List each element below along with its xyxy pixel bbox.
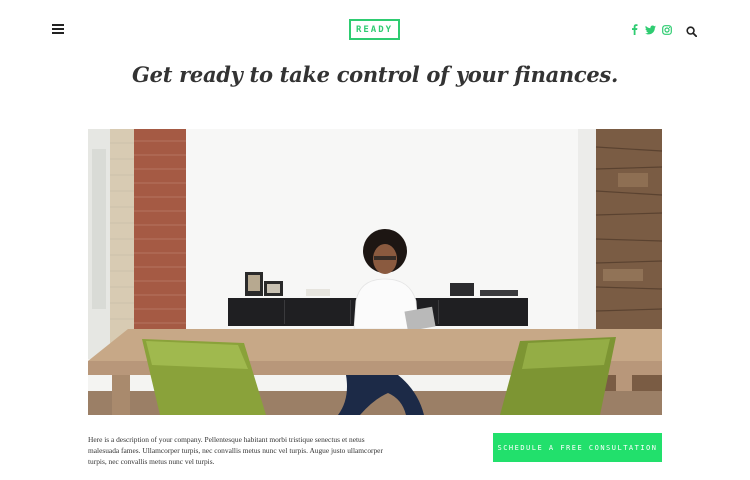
office-scene-illustration xyxy=(88,129,662,415)
search-icon[interactable] xyxy=(686,24,698,38)
schedule-consultation-button[interactable]: SCHEDULE A FREE CONSULTATION xyxy=(493,433,662,462)
logo-text: READY xyxy=(355,24,394,35)
instagram-icon[interactable] xyxy=(661,24,672,35)
site-header: READY xyxy=(0,0,750,62)
facebook-icon[interactable] xyxy=(629,24,640,35)
twitter-icon[interactable] xyxy=(645,24,656,35)
cta-label: SCHEDULE A FREE CONSULTATION xyxy=(497,443,658,452)
hero-tagline: Get ready to take control of your financ… xyxy=(132,62,618,87)
site-logo[interactable]: READY xyxy=(349,19,400,40)
hero-image xyxy=(88,129,662,415)
company-description: Here is a description of your company. P… xyxy=(88,435,383,466)
hamburger-menu-icon[interactable] xyxy=(52,24,66,36)
social-links xyxy=(629,24,672,35)
